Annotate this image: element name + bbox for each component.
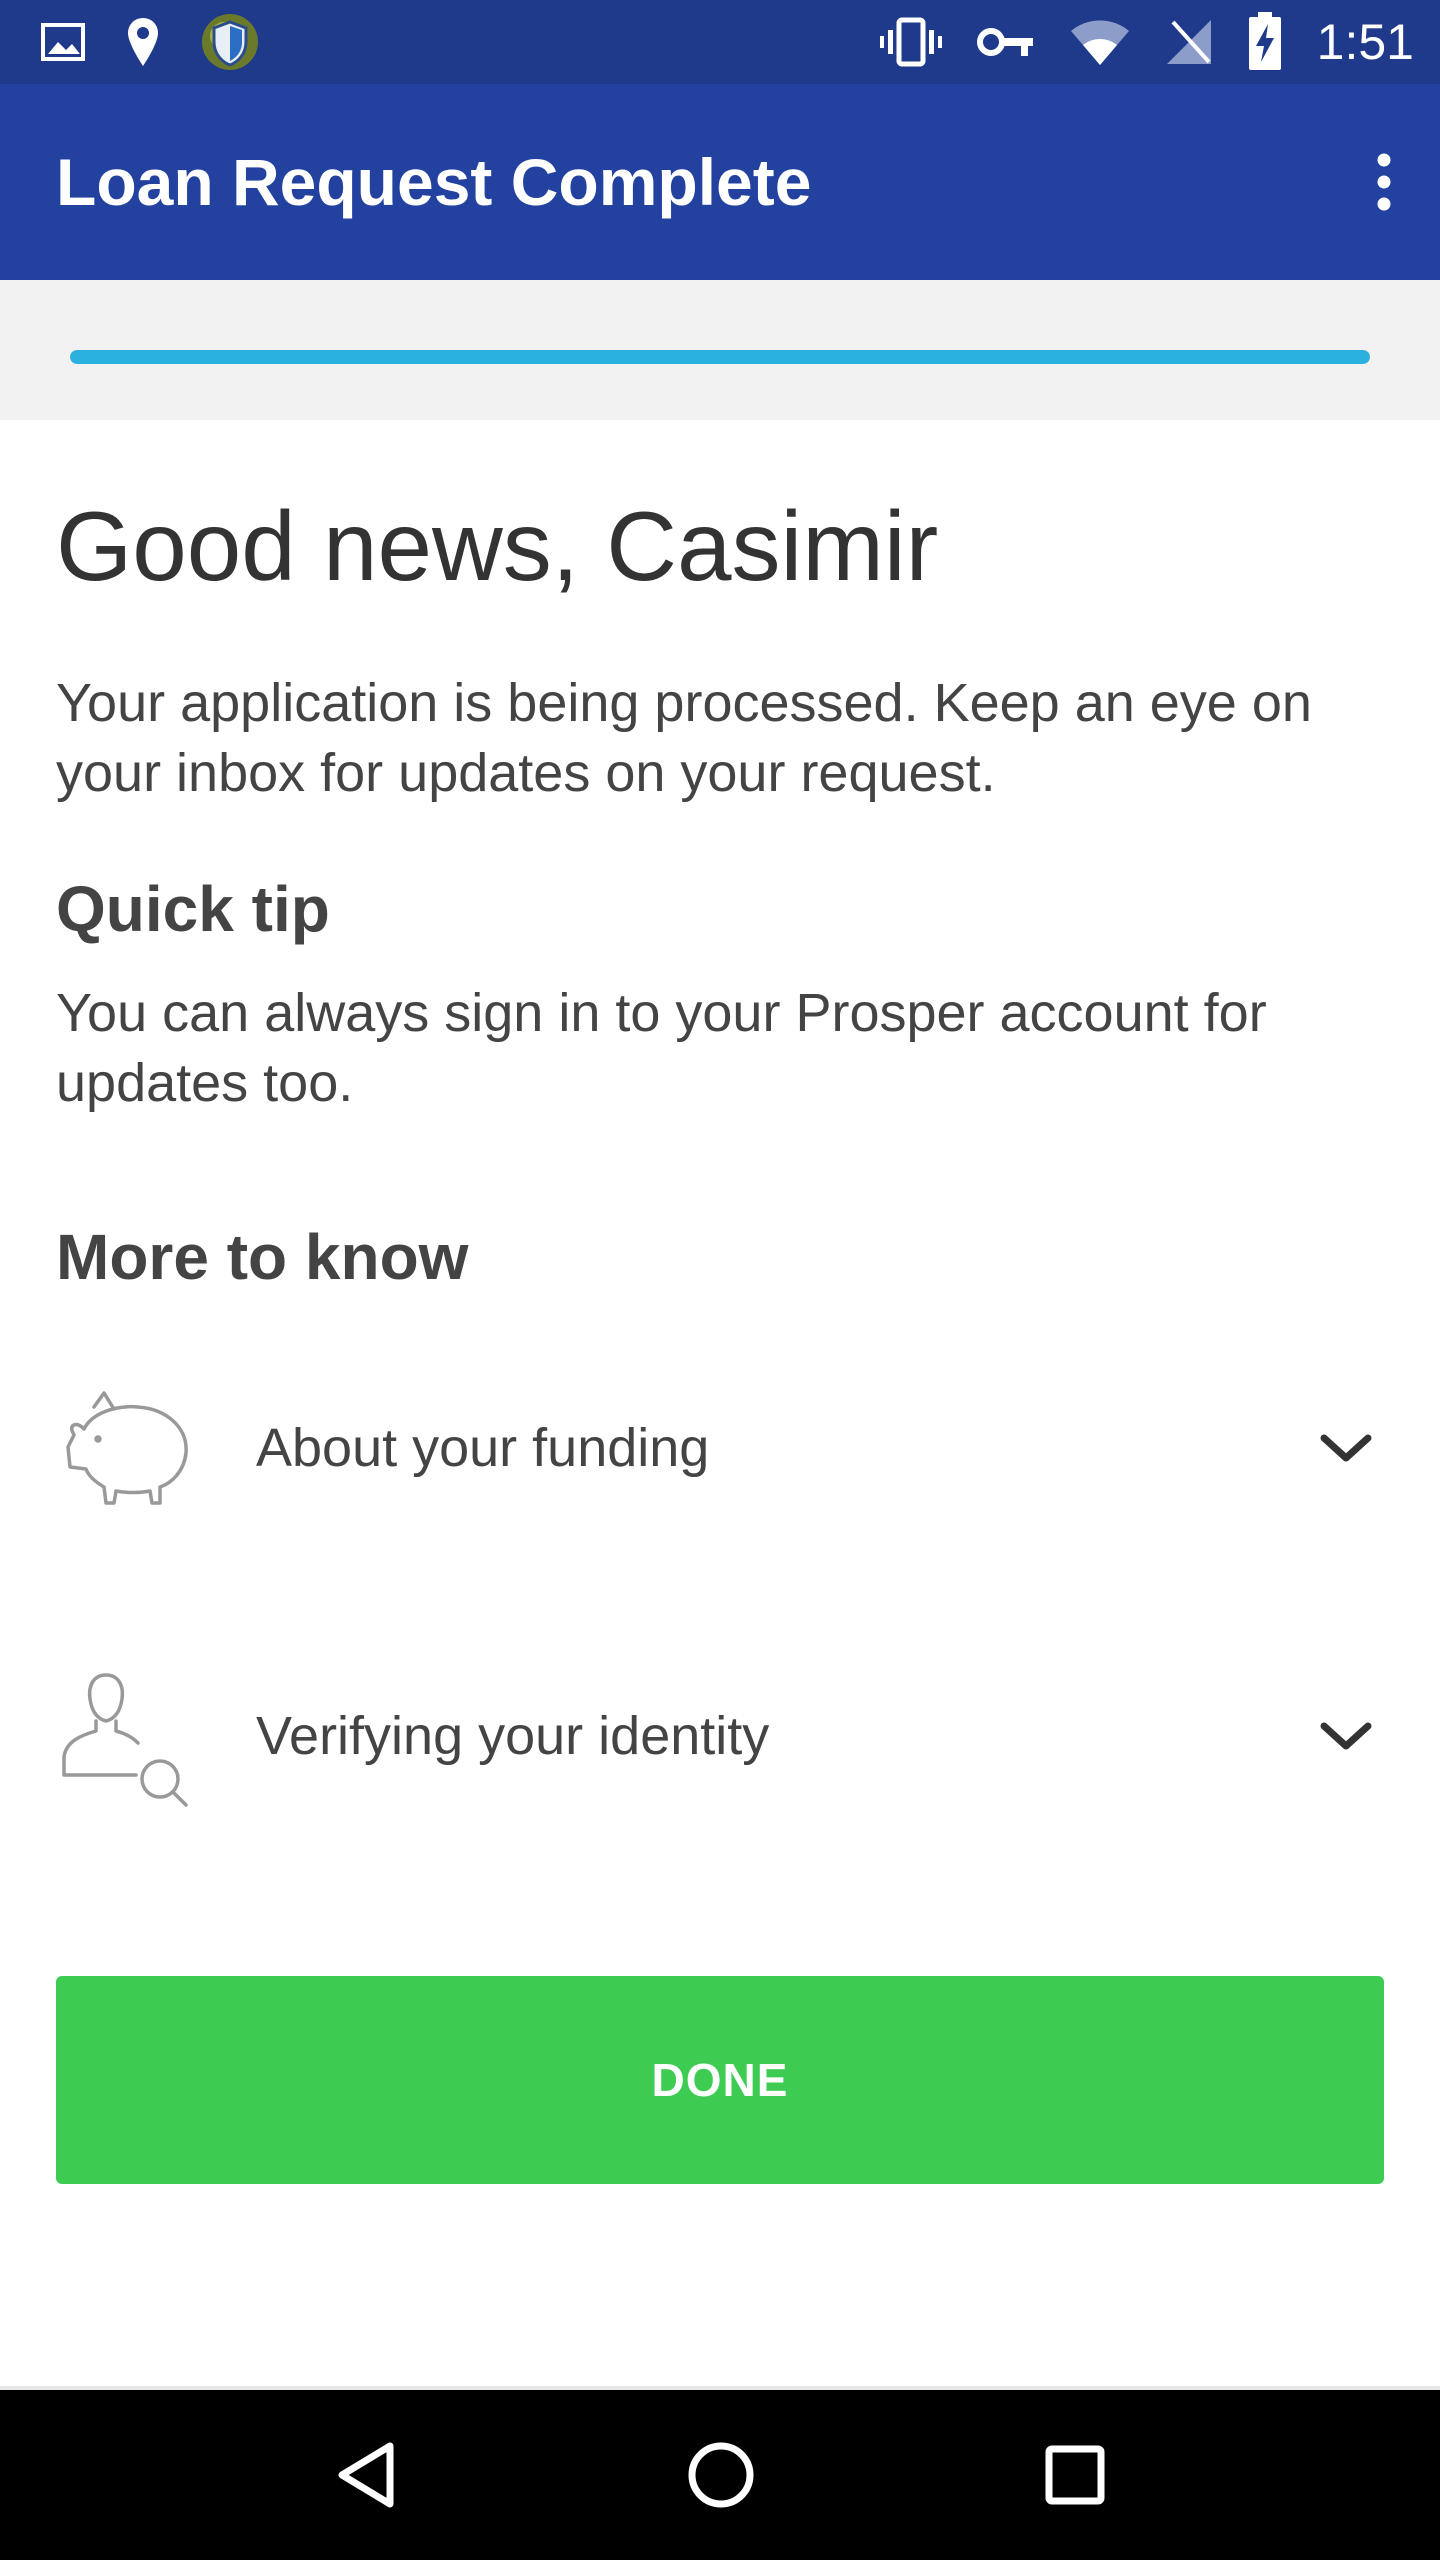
status-bar-right: 1:51 [845, 12, 1414, 72]
status-bar: 1:51 [0, 0, 1440, 84]
chevron-down-icon[interactable] [1306, 1720, 1386, 1752]
status-bar-left [40, 12, 300, 72]
quick-tip-heading: Quick tip [56, 873, 330, 945]
status-time: 1:51 [1316, 14, 1414, 70]
progress-bar [70, 350, 1370, 364]
security-shield-icon [202, 14, 258, 70]
person-search-icon [56, 1661, 206, 1811]
home-icon[interactable] [686, 2440, 756, 2510]
accordion-about-funding[interactable]: About your funding [56, 1368, 1386, 1528]
more-to-know-heading: More to know [56, 1221, 469, 1293]
accordion-label: Verifying your identity [256, 1706, 770, 1766]
more-vert-icon[interactable] [1372, 152, 1396, 212]
vpn-key-icon [976, 28, 1033, 56]
done-button[interactable]: DONE [56, 1976, 1384, 2184]
page-title: Loan Request Complete [56, 145, 812, 219]
quick-tip-text: You can always sign in to your Prosper a… [56, 983, 1267, 1113]
wifi-icon [1070, 20, 1129, 65]
progress-area [0, 280, 1440, 420]
no-signal-icon [1166, 20, 1211, 64]
back-icon[interactable] [334, 2440, 398, 2510]
recents-icon[interactable] [1044, 2444, 1106, 2506]
intro-text: Your application is being processed. Kee… [56, 673, 1312, 803]
system-nav-bar [0, 2390, 1440, 2560]
vibrate-icon [879, 17, 942, 67]
location-pin-icon [128, 18, 158, 66]
chevron-down-icon[interactable] [1306, 1432, 1386, 1464]
image-icon [41, 23, 85, 61]
piggy-bank-icon [56, 1373, 206, 1523]
accordion-verifying-identity[interactable]: Verifying your identity [56, 1656, 1386, 1816]
progress-fill [70, 350, 1370, 364]
accordion-label: About your funding [256, 1418, 710, 1478]
app-bar: Loan Request Complete [0, 84, 1440, 280]
battery-charging-icon [1248, 12, 1281, 70]
greeting-heading: Good news, Casimir [56, 491, 939, 601]
